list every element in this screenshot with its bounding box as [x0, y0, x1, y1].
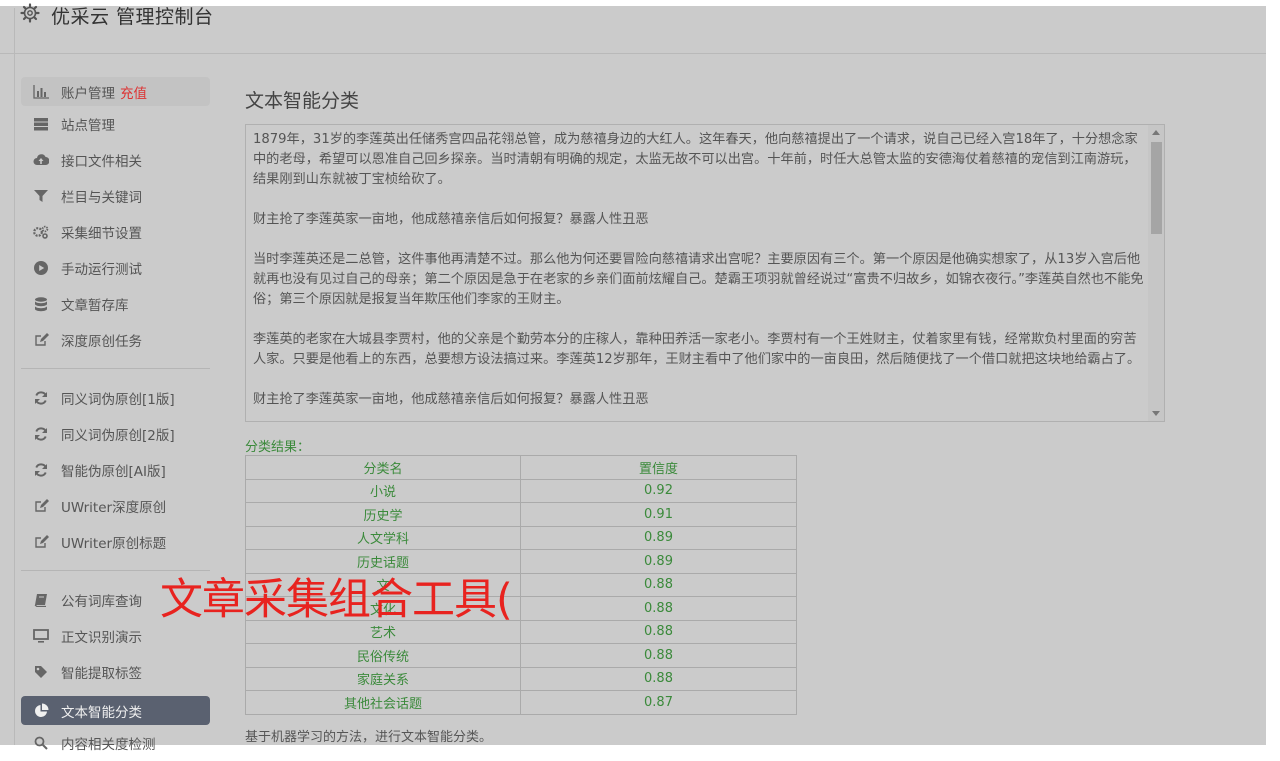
text-input-area[interactable]: 1879年，31岁的李莲英出任储秀宫四品花翎总管，成为慈禧身边的大红人。这年春天…	[245, 124, 1165, 422]
sidebar-item-label: 内容相关度检测	[61, 737, 156, 753]
refresh-icon	[33, 390, 49, 406]
sidebar-item-deep-original[interactable]: 深度原创任务	[21, 322, 210, 358]
table-row: 人文学科 0.89	[245, 525, 797, 550]
confidence-cell: 0.88	[520, 596, 797, 621]
book-icon	[33, 592, 49, 608]
sidebar-item-synonym-v1[interactable]: 同义词伪原创[1版]	[21, 380, 210, 416]
footer-note: 基于机器学习的方法，进行文本智能分类。	[245, 730, 493, 745]
gear-icon[interactable]	[20, 3, 40, 23]
category-cell: 人文学科	[245, 525, 521, 550]
sidebar-item-label: 接口文件相关	[61, 154, 142, 170]
confidence-cell: 0.88	[520, 619, 797, 644]
left-divider	[14, 8, 15, 745]
filter-icon	[33, 188, 49, 204]
textarea-scrollbar[interactable]	[1148, 125, 1164, 421]
confidence-cell: 0.87	[520, 690, 797, 715]
result-label: 分类结果：	[245, 440, 311, 455]
sidebar-item-label: 账户管理	[61, 85, 115, 102]
sidebar-item-columns-keywords[interactable]: 栏目与关键词	[21, 178, 210, 214]
category-cell: 民俗传统	[245, 643, 521, 668]
sidebar-item-manual-run[interactable]: 手动运行测试	[21, 250, 210, 286]
scroll-down-arrow-icon[interactable]	[1152, 411, 1160, 416]
sidebar-item-label: 栏目与关键词	[61, 190, 142, 206]
scroll-up-arrow-icon[interactable]	[1152, 130, 1160, 135]
sidebar-item-label: 采集细节设置	[61, 226, 142, 242]
sidebar-item-article-store[interactable]: 文章暂存库	[21, 286, 210, 322]
refresh-icon	[33, 462, 49, 478]
sidebar-item-sites[interactable]: 站点管理	[21, 106, 210, 142]
sidebar-item-label: 公有词库查询	[61, 594, 142, 610]
page: 优采云 管理控制台 账户管理 充值 站点管理 接口文件相关 栏目与关键词 采集细…	[0, 0, 1280, 753]
sidebar-item-tag-extract[interactable]: 智能提取标签	[21, 654, 210, 690]
database-icon	[33, 296, 49, 312]
sidebar-item-uwriter-title[interactable]: UWriter原创标题	[21, 524, 210, 560]
table-row: 小说 0.92	[245, 478, 797, 503]
cloud-upload-icon	[33, 152, 49, 168]
sidebar-item-relevance-check[interactable]: 内容相关度检测	[21, 725, 210, 761]
table-row: 其他社会话题 0.87	[245, 690, 797, 715]
sidebar-item-label: 文章暂存库	[61, 298, 129, 314]
table-header-row: 分类名 置信度	[245, 455, 797, 480]
confidence-cell: 0.89	[520, 525, 797, 550]
right-strip	[1266, 0, 1280, 745]
sidebar-item-collect-settings[interactable]: 采集细节设置	[21, 214, 210, 250]
sidebar-item-text-classify[interactable]: 文本智能分类	[21, 696, 210, 725]
sidebar-item-label: 手动运行测试	[61, 262, 142, 278]
overlay-watermark-text: 文章采集组合工具(	[160, 575, 513, 625]
sidebar-divider	[21, 368, 210, 369]
confidence-cell: 0.89	[520, 549, 797, 574]
sidebar-item-ai-rewrite[interactable]: 智能伪原创[AI版]	[21, 452, 210, 488]
edit-icon	[33, 498, 49, 514]
search-icon	[33, 735, 49, 751]
sidebar-item-label: 正文识别演示	[61, 630, 142, 646]
app-title: 优采云 管理控制台	[51, 6, 214, 28]
confidence-cell: 0.91	[520, 502, 797, 527]
sidebar-item-label: 同义词伪原创[2版]	[61, 428, 175, 444]
sidebar: 账户管理 充值 站点管理 接口文件相关 栏目与关键词 采集细节设置 手动运行测试…	[21, 77, 210, 761]
scroll-thumb[interactable]	[1151, 142, 1162, 234]
sidebar-item-label: 同义词伪原创[1版]	[61, 392, 175, 408]
table-row: 历史学 0.91	[245, 502, 797, 527]
tag-icon	[33, 664, 49, 680]
sidebar-item-account[interactable]: 账户管理 充值	[21, 77, 210, 106]
confidence-cell: 0.88	[520, 572, 797, 597]
sidebar-item-label: UWriter深度原创	[61, 500, 167, 516]
confidence-cell: 0.88	[520, 643, 797, 668]
edit-icon	[33, 534, 49, 550]
sidebar-item-label: 深度原创任务	[61, 334, 142, 350]
column-header-category: 分类名	[245, 455, 521, 480]
play-circle-icon	[33, 260, 49, 276]
category-cell: 其他社会话题	[245, 690, 521, 715]
sidebar-item-label: 智能提取标签	[61, 666, 142, 682]
sidebar-item-synonym-v2[interactable]: 同义词伪原创[2版]	[21, 416, 210, 452]
pie-chart-icon	[33, 703, 49, 719]
sidebar-item-api-files[interactable]: 接口文件相关	[21, 142, 210, 178]
confidence-cell: 0.92	[520, 478, 797, 503]
refresh-icon	[33, 426, 49, 442]
category-cell: 历史学	[245, 502, 521, 527]
gears-icon	[33, 224, 49, 240]
header: 优采云 管理控制台	[0, 0, 1266, 54]
server-icon	[33, 116, 49, 132]
recharge-link[interactable]: 充值	[120, 82, 147, 102]
monitor-icon	[33, 628, 49, 644]
page-title: 文本智能分类	[245, 90, 360, 112]
sidebar-item-label: 文本智能分类	[61, 704, 142, 721]
confidence-cell: 0.88	[520, 666, 797, 691]
sidebar-item-uwriter-deep[interactable]: UWriter深度原创	[21, 488, 210, 524]
sidebar-item-label: 智能伪原创[AI版]	[61, 464, 166, 480]
category-cell: 家庭关系	[245, 666, 521, 691]
sidebar-item-label: UWriter原创标题	[61, 536, 167, 552]
input-text[interactable]: 1879年，31岁的李莲英出任储秀宫四品花翎总管，成为慈禧身边的大红人。这年春天…	[253, 130, 1145, 410]
column-header-confidence: 置信度	[520, 455, 797, 480]
bar-chart-icon	[33, 84, 49, 100]
sidebar-item-label: 站点管理	[61, 118, 115, 134]
table-row: 民俗传统 0.88	[245, 643, 797, 668]
category-cell: 小说	[245, 478, 521, 503]
edit-icon	[33, 332, 49, 348]
table-row: 家庭关系 0.88	[245, 666, 797, 691]
